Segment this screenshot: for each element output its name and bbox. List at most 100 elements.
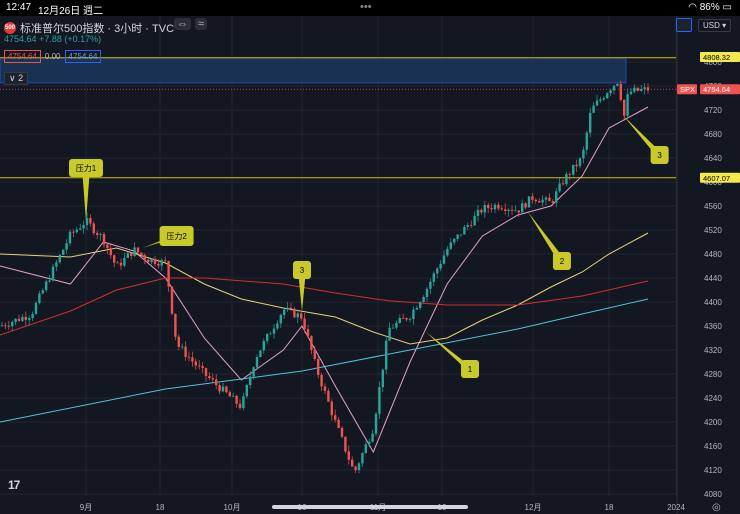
compare-icon[interactable]: ⇔	[174, 18, 191, 30]
candle-body	[184, 346, 187, 357]
gear-icon[interactable]: ◎	[712, 502, 721, 513]
candle-body	[575, 164, 578, 167]
candle-body	[92, 223, 95, 234]
candle-body	[602, 98, 605, 100]
candle-body	[106, 244, 109, 249]
candle-body	[476, 209, 480, 216]
resistance-mid-tag: 4607.07	[703, 174, 730, 183]
candle-body	[0, 325, 4, 327]
candle-body	[402, 318, 405, 319]
indicator-toggle[interactable]: ∨ 2	[4, 72, 29, 85]
annotation-label: 3	[657, 151, 662, 160]
candle-body	[225, 386, 228, 393]
multitask-dots[interactable]: •••	[360, 1, 372, 13]
candle-body	[51, 266, 55, 281]
candle-body	[85, 218, 89, 226]
candle-body	[568, 174, 571, 175]
candle-body	[313, 349, 316, 359]
status-right: ◠ 86% ▭	[688, 2, 732, 13]
candle-body	[215, 379, 218, 386]
candle-body	[538, 201, 541, 203]
candle-body	[415, 307, 418, 310]
candle-body	[405, 318, 408, 320]
candle-body	[565, 174, 568, 185]
ask-price[interactable]: 4754.64	[64, 50, 102, 63]
tradingview-logo-icon: 17	[8, 478, 20, 492]
y-tick-label: 4720	[704, 106, 722, 115]
candle-body	[113, 255, 116, 263]
last-price: 4754.64	[4, 34, 37, 44]
candle-body	[126, 253, 129, 258]
y-tick-label: 4240	[704, 394, 722, 403]
candle-body	[490, 208, 493, 210]
status-date: 12月26日 週二	[38, 6, 104, 17]
candle-body	[289, 307, 293, 309]
candle-body	[99, 234, 102, 235]
candle-body	[21, 316, 24, 321]
price-chart[interactable]: 4080 4120 4160 4200 4240 4280 4320 4360 4400 4440…	[0, 16, 740, 514]
y-tick-label: 4160	[704, 442, 722, 451]
currency-select[interactable]: USD ▾	[698, 18, 732, 32]
candle-body	[619, 83, 622, 100]
candle-body	[436, 268, 439, 274]
candle-body	[524, 203, 527, 208]
bid-price[interactable]: 4754.64	[4, 50, 41, 63]
status-time: 12:47	[6, 2, 32, 13]
annotation-label: 3	[300, 266, 305, 275]
candle-body	[310, 336, 313, 350]
candle-body	[228, 392, 231, 397]
candle-body	[133, 247, 136, 256]
candle-body	[4, 325, 7, 327]
y-tick-label: 4680	[704, 130, 722, 139]
candle-body	[320, 374, 323, 387]
candle-body	[232, 395, 235, 397]
candle-body	[235, 395, 238, 404]
candle-body	[510, 209, 514, 211]
candle-body	[130, 253, 133, 256]
candle-body	[354, 466, 357, 471]
candle-body	[473, 215, 476, 226]
candle-body	[381, 369, 384, 388]
home-indicator[interactable]	[272, 505, 468, 509]
candle-body	[483, 204, 486, 213]
candle-body	[449, 242, 452, 249]
candle-body	[116, 262, 119, 264]
candle-body	[198, 365, 201, 367]
candle-body	[174, 313, 177, 337]
indicator-count: 2	[18, 73, 24, 83]
candle-body	[432, 273, 435, 282]
top-right-tools: USD ▾	[676, 18, 732, 32]
candle-body	[170, 286, 174, 314]
candle-body	[157, 263, 160, 266]
candle-body	[517, 210, 520, 213]
candle-body	[334, 415, 337, 420]
ma-long-cyan	[0, 298, 649, 423]
candle-body	[191, 357, 194, 362]
y-tick-label: 4560	[704, 202, 722, 211]
candle-body	[629, 91, 633, 95]
title-tools[interactable]: ⇔ ≈	[174, 18, 211, 30]
candle-body	[361, 453, 364, 464]
layout-icon[interactable]	[676, 18, 692, 32]
candle-body	[623, 99, 626, 116]
candle-body	[245, 385, 248, 397]
candle-body	[429, 281, 432, 289]
y-tick-label: 4400	[704, 298, 722, 307]
candle-body	[181, 346, 184, 348]
candle-body	[259, 350, 262, 358]
candle-body	[612, 85, 616, 91]
candle-body	[17, 318, 21, 321]
candle-body	[534, 199, 537, 202]
candle-body	[82, 225, 85, 229]
candle-body	[521, 203, 524, 213]
candle-body	[255, 357, 259, 368]
candle-body	[286, 307, 289, 310]
wave-icon[interactable]: ≈	[195, 18, 208, 30]
candle-body	[317, 358, 320, 375]
candle-body	[211, 378, 214, 380]
candle-body	[164, 260, 167, 262]
candle-body	[371, 433, 374, 442]
candle-body	[65, 243, 68, 250]
candle-body	[561, 183, 565, 185]
candle-body	[140, 252, 143, 256]
